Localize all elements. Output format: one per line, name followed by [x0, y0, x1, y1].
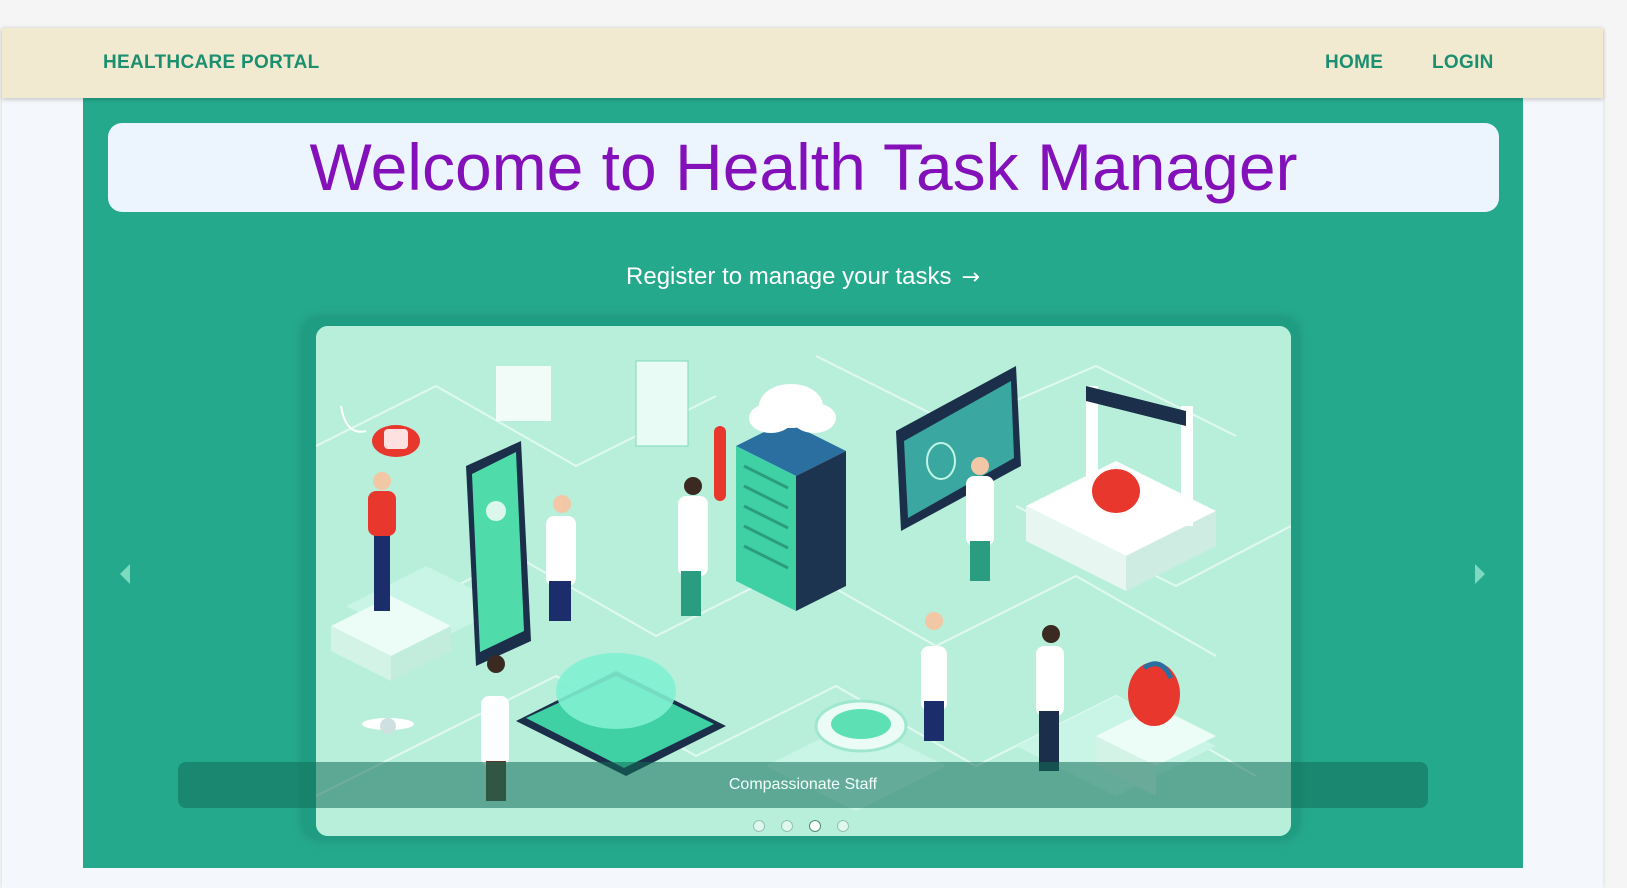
top-navbar: HEALTHCARE PORTAL HOME LOGIN [2, 28, 1603, 98]
arrow-right-icon: → [961, 265, 980, 290]
carousel-slide-image [316, 326, 1291, 836]
carousel-indicators [753, 820, 863, 834]
nav-link-login[interactable]: LOGIN [1432, 52, 1494, 74]
carousel-indicator-4[interactable] [837, 820, 849, 832]
register-link-label: Register to manage your tasks [626, 263, 952, 290]
carousel-indicator-1[interactable] [753, 820, 765, 832]
register-link[interactable]: Register to manage your tasks → [83, 263, 1523, 291]
brand-logo-text[interactable]: HEALTHCARE PORTAL [103, 52, 320, 74]
welcome-banner: Welcome to Health Task Manager [108, 123, 1499, 212]
nav-link-home[interactable]: HOME [1325, 52, 1383, 74]
carousel-caption: Compassionate Staff [178, 762, 1428, 808]
carousel-indicator-2[interactable] [781, 820, 793, 832]
carousel-prev-button[interactable] [120, 564, 130, 584]
page-title: Welcome to Health Task Manager [309, 130, 1298, 204]
main-content: Welcome to Health Task Manager Register … [83, 98, 1523, 868]
carousel-indicator-3[interactable] [809, 820, 821, 832]
carousel-caption-text: Compassionate Staff [728, 776, 878, 793]
carousel-next-button[interactable] [1475, 564, 1485, 584]
